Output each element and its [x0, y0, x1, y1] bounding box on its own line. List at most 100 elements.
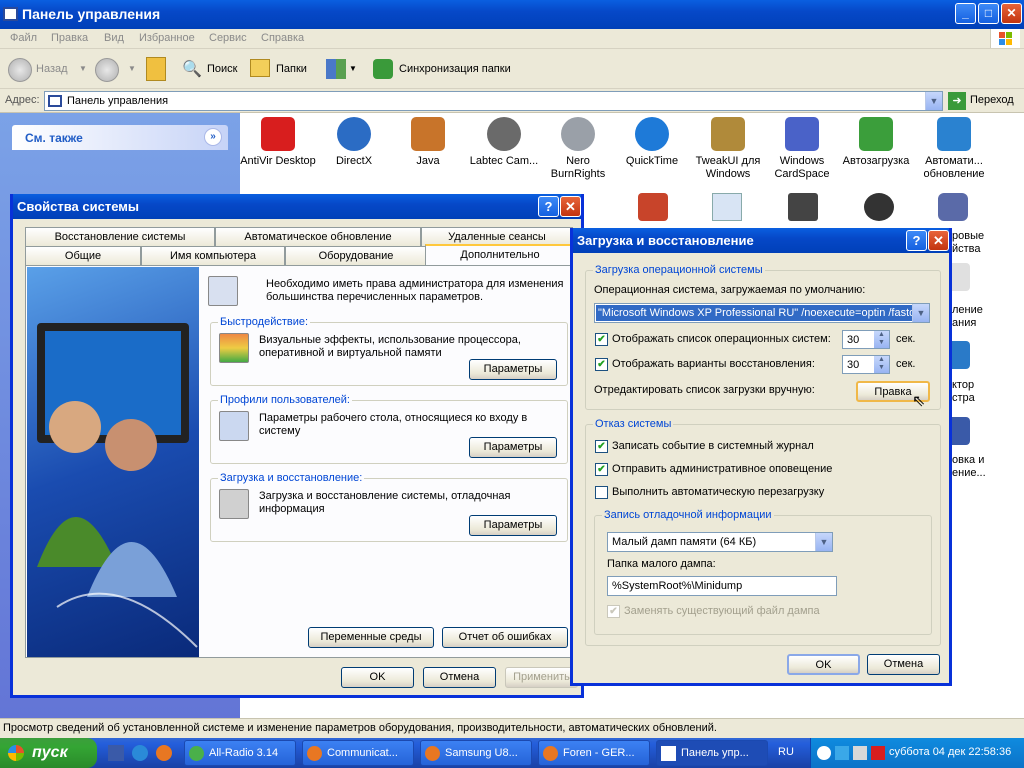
sync-button[interactable]: Синхронизация папки — [399, 57, 511, 81]
search-button[interactable]: Поиск — [207, 57, 237, 81]
firewall-icon[interactable] — [638, 193, 668, 221]
task-control-panel[interactable]: Панель упр... — [656, 740, 768, 766]
profiles-settings-button[interactable]: Параметры — [469, 437, 557, 458]
tab-hardware[interactable]: Оборудование — [285, 246, 427, 265]
show-os-list-checkbox[interactable]: ✔ — [595, 333, 608, 346]
window-title: Панель управления — [22, 6, 161, 22]
task-foren[interactable]: Foren - GER... — [538, 740, 650, 766]
boot-legend: Загрузка операционной системы — [593, 264, 765, 276]
close-button[interactable]: ✕ — [928, 230, 949, 251]
cp-item-tweakui[interactable]: TweakUI для Windows — [690, 117, 766, 181]
go-button[interactable]: Переход — [970, 94, 1014, 106]
system-properties-titlebar[interactable]: Свойства системы ? ✕ — [13, 194, 581, 219]
auto-restart-checkbox[interactable] — [595, 486, 608, 499]
performance-settings-button[interactable]: Параметры — [469, 359, 557, 380]
taskbar: пуск All-Radio 3.14 Communicat... Samsun… — [0, 738, 1024, 768]
language-indicator[interactable]: RU — [778, 746, 794, 758]
gamepad-icon[interactable] — [938, 193, 968, 221]
network-tray-icon[interactable] — [835, 746, 849, 760]
go-arrow-icon[interactable]: ➜ — [948, 92, 966, 110]
send-alert-checkbox[interactable]: ✔ — [595, 463, 608, 476]
back-dropdown-icon[interactable]: ▼ — [79, 57, 87, 81]
spinner-arrows-icon[interactable]: ▲ ▼ — [874, 356, 889, 373]
help-button[interactable]: ? — [538, 196, 559, 217]
cp-item-antivir[interactable]: AntiVir Desktop — [240, 117, 316, 168]
see-also-header[interactable]: См. также » — [12, 125, 228, 150]
menu-edit[interactable]: Правка — [51, 32, 88, 44]
cp-item-quicktime[interactable]: QuickTime — [614, 117, 690, 168]
minimize-button[interactable]: _ — [955, 3, 976, 24]
ok-button[interactable]: OK — [787, 654, 860, 675]
dump-folder-value: %SystemRoot%\Minidump — [612, 580, 743, 592]
tab-computer-name[interactable]: Имя компьютера — [141, 246, 285, 265]
menu-favorites[interactable]: Избранное — [139, 32, 195, 44]
ok-button[interactable]: OK — [341, 667, 414, 688]
chevron-down-icon[interactable]: ▼ — [815, 533, 832, 551]
menu-file[interactable]: Файл — [10, 32, 37, 44]
back-arrow-icon[interactable] — [8, 58, 32, 82]
tab-advanced[interactable]: Дополнительно — [425, 244, 575, 265]
maximize-button[interactable]: □ — [978, 3, 999, 24]
folders-button[interactable]: Папки — [276, 57, 307, 81]
auto-restart-label: Выполнить автоматическую перезагрузку — [612, 486, 825, 498]
task-communicator[interactable]: Communicat... — [302, 740, 414, 766]
display-icon[interactable] — [788, 193, 818, 221]
cancel-button[interactable]: Отмена — [867, 654, 940, 675]
views-dropdown-icon[interactable]: ▼ — [349, 57, 357, 81]
tab-system-restore[interactable]: Восстановление системы — [25, 227, 215, 246]
task-samsung[interactable]: Samsung U8... — [420, 740, 532, 766]
dump-folder-input[interactable]: %SystemRoot%\Minidump — [607, 576, 837, 596]
chevron-down-icon[interactable]: ▼ — [912, 304, 929, 322]
start-button[interactable]: пуск — [0, 738, 97, 768]
error-report-button[interactable]: Отчет об ошибках — [442, 627, 568, 648]
expand-chevron-icon[interactable]: » — [204, 128, 222, 146]
menu-tools[interactable]: Сервис — [209, 32, 247, 44]
show-desktop-icon[interactable] — [108, 745, 124, 761]
env-variables-button[interactable]: Переменные среды — [308, 627, 434, 648]
spinner-arrows-icon[interactable]: ▲ ▼ — [874, 331, 889, 348]
close-button[interactable]: ✕ — [1001, 3, 1022, 24]
date-time-icon[interactable] — [712, 193, 742, 221]
views-icon[interactable] — [326, 59, 346, 79]
show-recovery-seconds-spinner[interactable]: 30 ▲ ▼ — [842, 355, 890, 374]
address-dropdown-icon[interactable]: ▼ — [925, 92, 942, 110]
apply-button[interactable]: Применить — [505, 667, 578, 688]
control-panel-icon — [661, 746, 676, 761]
overwrite-checkbox[interactable]: ✔ — [607, 605, 620, 618]
default-os-select[interactable]: "Microsoft Windows XP Professional RU" /… — [594, 303, 930, 323]
menu-view[interactable]: Вид — [104, 32, 124, 44]
startup-recovery-titlebar[interactable]: Загрузка и восстановление ? ✕ — [573, 228, 949, 253]
tools-icon[interactable] — [864, 193, 894, 221]
cp-item-java[interactable]: Java — [390, 117, 466, 168]
cancel-button[interactable]: Отмена — [423, 667, 496, 688]
firefox-icon[interactable] — [156, 745, 172, 761]
write-event-checkbox[interactable]: ✔ — [595, 440, 608, 453]
forward-dropdown-icon[interactable]: ▼ — [128, 57, 136, 81]
cp-item-labtec[interactable]: Labtec Cam... — [466, 117, 542, 168]
tab-auto-update[interactable]: Автоматическое обновление — [215, 227, 421, 246]
tab-general[interactable]: Общие — [25, 246, 141, 265]
clock[interactable]: суббота 04 дек 22:58:36 — [889, 746, 1011, 758]
forward-arrow-icon[interactable] — [95, 58, 119, 82]
back-button[interactable]: Назад — [36, 57, 68, 81]
cp-item-nero[interactable]: Nero BurnRights — [540, 117, 616, 181]
cp-item-autostart[interactable]: Автозагрузка — [838, 117, 914, 168]
task-all-radio[interactable]: All-Radio 3.14 — [184, 740, 296, 766]
window-titlebar[interactable]: Панель управления _ □ ✕ — [0, 0, 1024, 29]
cp-item-directx[interactable]: DirectX — [316, 117, 392, 168]
help-button[interactable]: ? — [906, 230, 927, 251]
cp-item-autoupdate[interactable]: Автомати... обновление — [914, 117, 994, 181]
dump-type-select[interactable]: Малый дамп памяти (64 КБ) ▼ — [607, 532, 833, 552]
folder-up-icon[interactable] — [146, 57, 166, 81]
antivir-tray-icon[interactable] — [871, 746, 885, 760]
menu-help[interactable]: Справка — [261, 32, 304, 44]
show-os-seconds-spinner[interactable]: 30 ▲ ▼ — [842, 330, 890, 349]
cp-item-cardspace[interactable]: Windows CardSpace — [764, 117, 840, 181]
show-recovery-checkbox[interactable]: ✔ — [595, 358, 608, 371]
volume-icon[interactable] — [853, 746, 867, 760]
startup-settings-button[interactable]: Параметры — [469, 515, 557, 536]
ie-icon[interactable] — [132, 745, 148, 761]
close-button[interactable]: ✕ — [560, 196, 581, 217]
address-input[interactable]: Панель управления ▼ — [44, 91, 943, 111]
tray-expand-icon[interactable] — [817, 746, 831, 760]
